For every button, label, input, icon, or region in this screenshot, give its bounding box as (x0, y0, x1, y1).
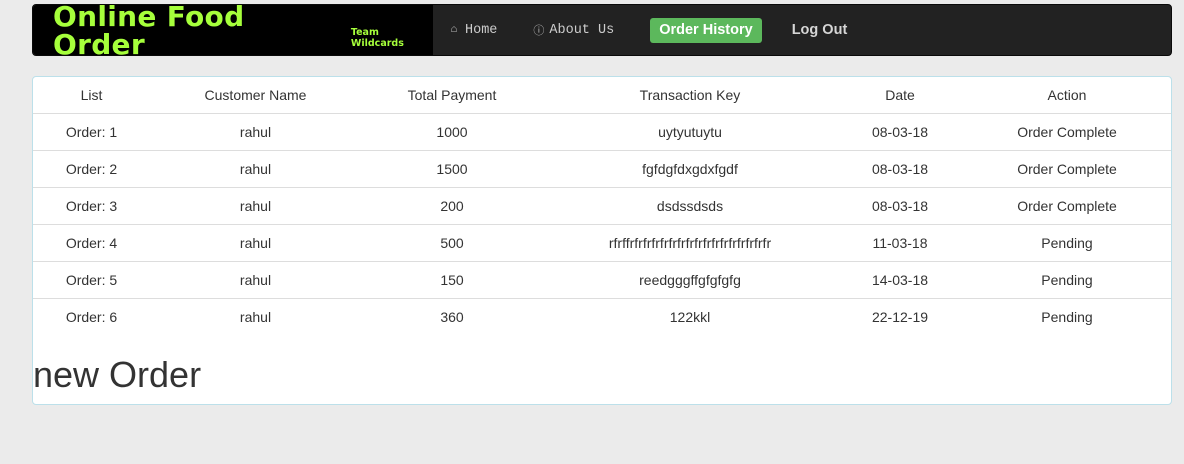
order-history-button[interactable]: Order History (650, 17, 762, 43)
date-cell: 11-03-18 (837, 224, 963, 262)
table-row: Order: 3 rahul 200 dsdssdsds 08-03-18 Or… (33, 187, 1171, 225)
column-header-customer: Customer Name (150, 77, 361, 114)
payment-cell: 1000 (361, 113, 543, 151)
transaction-key-cell: reedgggffgfgfgfg (543, 261, 837, 299)
payment-cell: 500 (361, 224, 543, 262)
payment-cell: 200 (361, 187, 543, 225)
brand-title[interactable]: Online Food Order (53, 3, 339, 59)
action-cell: Order Complete (963, 187, 1171, 225)
date-cell: 08-03-18 (837, 113, 963, 151)
navbar: Online Food Order Team Wildcards ⌂ Home … (32, 3, 1172, 59)
column-header-payment: Total Payment (361, 77, 543, 114)
table-row: Order: 6 rahul 360 122kkl 22-12-19 Pendi… (33, 299, 1171, 336)
new-order-heading: new Order (33, 354, 202, 395)
transaction-key-cell: rfrffrfrfrfrfrfrfrfrfrfrfrfrfrfrfrfrfr (543, 224, 837, 262)
column-header-action: Action (963, 77, 1171, 114)
date-cell: 14-03-18 (837, 261, 963, 299)
table-row: Order: 2 rahul 1500 fgfdgfdxgdxfgdf 08-0… (33, 150, 1171, 188)
order-list-cell: Order: 2 (33, 150, 150, 188)
customer-cell: rahul (150, 113, 361, 151)
action-cell: Pending (963, 261, 1171, 299)
date-cell: 22-12-19 (871, 309, 929, 325)
order-list-cell: Order: 1 (33, 113, 150, 151)
action-cell: Order Complete (963, 113, 1171, 151)
nav-about-link[interactable]: ⓘ About Us (533, 5, 614, 55)
orders-table: List Customer Name Total Payment Transac… (33, 77, 1171, 335)
column-header-date: Date (837, 77, 963, 114)
nav-home-link[interactable]: ⌂ Home (449, 5, 498, 55)
orders-panel: List Customer Name Total Payment Transac… (32, 76, 1172, 405)
order-list-cell: Order: 6 (65, 309, 118, 325)
customer-cell: rahul (150, 187, 361, 225)
nav-home-label: Home (465, 22, 498, 38)
payment-cell: 150 (361, 261, 543, 299)
payment-cell: 360 (440, 309, 464, 325)
brand-subtitle: Team Wildcards (350, 27, 404, 49)
transaction-key-cell: 122kkl (669, 309, 711, 325)
info-icon: ⓘ (533, 26, 545, 38)
column-header-list: List (33, 77, 150, 114)
transaction-key-cell: dsdssdsds (543, 187, 837, 225)
order-list-cell: Order: 3 (33, 187, 150, 225)
action-cell: Pending (963, 224, 1171, 262)
table-row: Order: 1 rahul 1000 uytyutuytu 08-03-18 … (33, 113, 1171, 151)
table-row: Order: 5 rahul 150 reedgggffgfgfgfg 14-0… (33, 261, 1171, 299)
order-list-cell: Order: 5 (33, 261, 150, 299)
action-cell: Pending (1041, 309, 1093, 325)
customer-cell: rahul (150, 224, 361, 262)
nav-about-label: About Us (549, 22, 615, 38)
customer-cell: rahul (239, 309, 272, 325)
date-cell: 08-03-18 (837, 150, 963, 188)
order-list-cell: Order: 4 (33, 224, 150, 262)
date-cell: 08-03-18 (837, 187, 963, 225)
brand[interactable]: Online Food Order Team Wildcards (33, 3, 433, 59)
table-header-row: List Customer Name Total Payment Transac… (33, 77, 1171, 114)
home-icon: ⌂ (450, 24, 458, 36)
table-row: Order: 4 rahul 500 rfrffrfrfrfrfrfrfrfrf… (33, 224, 1171, 262)
action-cell: Order Complete (963, 150, 1171, 188)
logout-link[interactable]: Log Out (792, 5, 848, 55)
customer-cell: rahul (150, 261, 361, 299)
payment-cell: 1500 (361, 150, 543, 188)
transaction-key-cell: uytyutuytu (543, 113, 837, 151)
transaction-key-cell: fgfdgfdxgdxfgdf (543, 150, 837, 188)
column-header-key: Transaction Key (543, 77, 837, 114)
customer-cell: rahul (150, 150, 361, 188)
